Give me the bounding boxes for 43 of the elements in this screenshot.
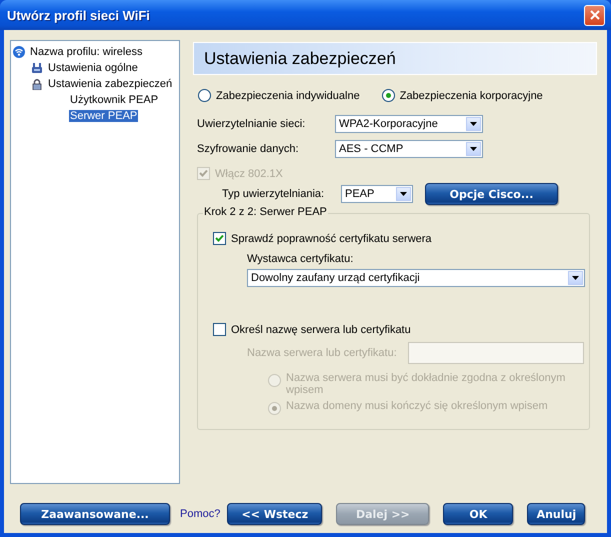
checkbox-label: Sprawdź poprawność certyfikatu serwera <box>231 232 432 244</box>
radio-button[interactable] <box>382 89 395 102</box>
cisco-options-button[interactable]: Opcje Cisco... <box>425 183 558 205</box>
field-label: Nazwa serwera lub certyfikatu: <box>247 347 398 359</box>
field-label: Typ uwierzytelniania: <box>221 188 326 200</box>
dropdown[interactable]: AES - CCMP <box>335 140 483 158</box>
caret-icon <box>400 192 407 196</box>
advanced-button[interactable]: Zaawansowane... <box>20 503 170 525</box>
field-label: Uwierzytelnianie sieci: <box>197 118 306 130</box>
tree-item[interactable]: Ustawienia ogólne <box>47 62 139 74</box>
dropdown[interactable]: Dowolny zaufany urząd certyfikacji <box>247 269 585 287</box>
lock-icon <box>31 78 43 90</box>
radio-label: Nazwa domeny musi kończyć się określonym wpisem <box>286 400 548 412</box>
radio-label: Zabezpieczenia indywidualne <box>216 90 360 102</box>
field-label: Szyfrowanie danych: <box>197 143 300 155</box>
network-icon <box>31 62 43 74</box>
radio-label: Nazwa serwera musi być dokładnie zgodna z określonym wpisem <box>286 372 566 396</box>
close-button[interactable] <box>584 4 605 26</box>
window-title: Utwórz profil sieci WiFi <box>7 8 150 22</box>
tree-item[interactable]: Nazwa profilu: wireless <box>29 46 144 58</box>
radio-label: Zabezpieczenia korporacyjne <box>400 90 543 102</box>
close-icon <box>590 10 600 20</box>
wifi-icon <box>13 46 25 58</box>
tree-item[interactable]: Serwer PEAP <box>69 110 138 122</box>
dropdown[interactable]: PEAP <box>341 185 413 203</box>
group-legend: Krok 2 z 2: Serwer PEAP <box>203 206 328 218</box>
caret-icon <box>470 122 477 126</box>
checkbox-label: Włącz 802.1X <box>215 168 283 180</box>
dialog-button[interactable]: OK <box>443 503 514 525</box>
caret-icon <box>572 276 579 280</box>
field-label: Wystawca certyfikatu: <box>247 253 354 265</box>
dropdown[interactable]: WPA2-Korporacyjne <box>335 115 483 133</box>
radio-button[interactable] <box>198 89 211 102</box>
caret-icon <box>470 147 477 151</box>
tree-item[interactable]: Użytkownik PEAP <box>69 94 160 106</box>
checkbox[interactable] <box>213 232 226 245</box>
checkbox[interactable] <box>213 323 226 336</box>
dialog-button[interactable]: << Wstecz <box>227 503 322 525</box>
checkbox-label: Określ nazwę serwera lub certyfikatu <box>231 324 411 336</box>
tree-item[interactable]: Ustawienia zabezpieczeń <box>47 78 174 90</box>
section-header: Ustawienia zabezpieczeń <box>193 42 597 75</box>
help-link[interactable]: Pomoc? <box>180 508 220 520</box>
dialog-button[interactable]: Anuluj <box>527 503 586 525</box>
